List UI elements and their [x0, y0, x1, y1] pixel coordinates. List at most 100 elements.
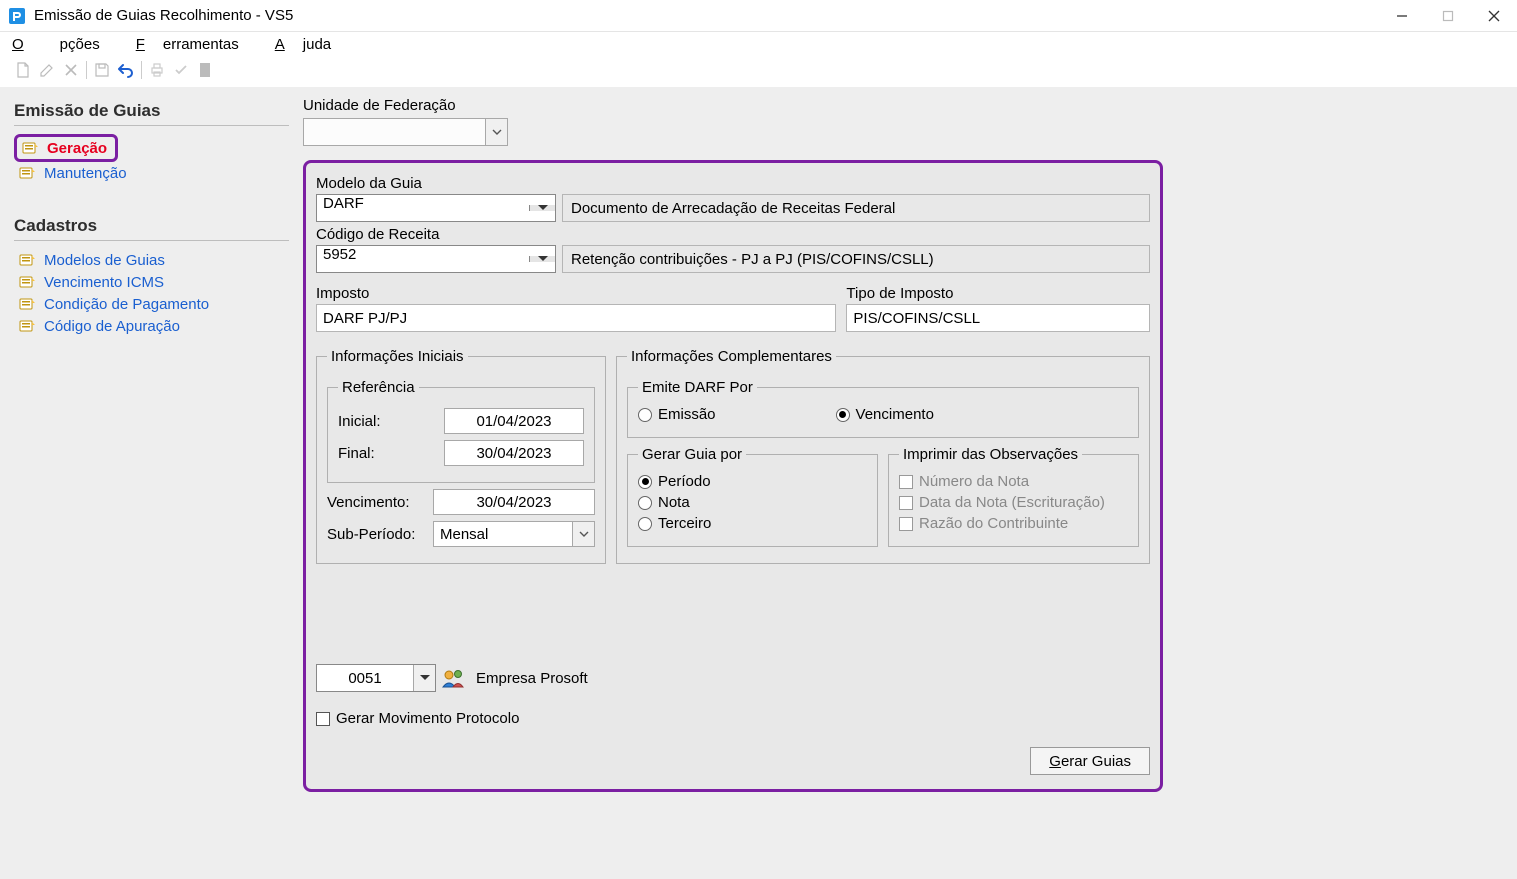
sidebar-item-condicao-pagamento[interactable]: Condição de Pagamento — [14, 293, 289, 315]
imposto-label: Imposto — [316, 285, 836, 302]
company-code: 0051 — [317, 665, 413, 691]
gerar-legend: Gerar Guia por — [638, 446, 746, 463]
radio-periodo[interactable]: Período — [638, 473, 867, 490]
company-lookup-icon[interactable] — [440, 665, 468, 691]
app-icon — [8, 7, 26, 25]
radio-label: Emissão — [658, 406, 716, 423]
radio-label: Terceiro — [658, 515, 711, 532]
undo-icon[interactable] — [115, 59, 137, 81]
chevron-down-icon[interactable] — [485, 119, 507, 145]
menu-ajuda[interactable]: Ajuda — [275, 36, 349, 53]
company-code-combo[interactable]: 0051 — [316, 664, 436, 692]
sidebar-item-label: Condição de Pagamento — [44, 296, 209, 313]
window-title: Emissão de Guias Recolhimento - VS5 — [34, 7, 1379, 24]
sidebar-item-modelos[interactable]: Modelos de Guias — [14, 249, 289, 271]
fieldset-gerar-guia: Gerar Guia por Período Nota Terceiro — [627, 446, 878, 547]
codigo-label: Código de Receita — [316, 226, 1150, 243]
final-label: Final: — [338, 445, 438, 462]
check-label: Razão do Contribuinte — [919, 515, 1068, 532]
vencimento-label: Vencimento: — [327, 494, 427, 511]
radio-nota[interactable]: Nota — [638, 494, 867, 511]
codigo-value: 5952 — [317, 246, 529, 272]
sidebar: Emissão de Guias Geração Manutenção Cada… — [14, 97, 289, 869]
minimize-button[interactable] — [1379, 0, 1425, 31]
sidebar-item-manutencao[interactable]: Manutenção — [14, 162, 289, 184]
delete-icon[interactable] — [60, 59, 82, 81]
new-icon[interactable] — [12, 59, 34, 81]
subperiodo-label: Sub-Período: — [327, 526, 427, 543]
titlebar: Emissão de Guias Recolhimento - VS5 — [0, 0, 1517, 32]
codigo-combo[interactable]: 5952 — [316, 245, 556, 273]
emite-legend: Emite DARF Por — [638, 379, 757, 396]
maximize-button[interactable] — [1425, 0, 1471, 31]
sidebar-item-label: Geração — [47, 140, 107, 157]
radio-terceiro[interactable]: Terceiro — [638, 515, 867, 532]
check-label: Gerar Movimento Protocolo — [336, 710, 519, 727]
radio-label: Vencimento — [856, 406, 934, 423]
company-name: Empresa Prosoft — [472, 670, 1150, 687]
gerar-guias-button[interactable]: Gerar Guias — [1030, 747, 1150, 775]
check-gerar-movimento[interactable]: Gerar Movimento Protocolo — [316, 710, 1150, 727]
sidebar-item-geracao[interactable]: Geração — [14, 134, 118, 162]
save-icon[interactable] — [91, 59, 113, 81]
radio-label: Nota — [658, 494, 690, 511]
sidebar-divider — [14, 240, 289, 241]
form-panel: Modelo da Guia DARF Documento de Arrecad… — [303, 160, 1163, 792]
form-icon — [18, 251, 36, 269]
vencimento-input[interactable]: 30/04/2023 — [433, 489, 595, 515]
modelo-value: DARF — [317, 195, 529, 221]
radio-vencimento[interactable]: Vencimento — [836, 406, 934, 423]
sidebar-divider — [14, 125, 289, 126]
chevron-down-icon[interactable] — [529, 205, 555, 211]
form-icon — [18, 295, 36, 313]
form-icon — [18, 273, 36, 291]
print-icon[interactable] — [146, 59, 168, 81]
check-data-nota[interactable]: Data da Nota (Escrituração) — [899, 494, 1128, 511]
fieldset-observacoes: Imprimir das Observações Número da Nota … — [888, 446, 1139, 547]
close-button[interactable] — [1471, 0, 1517, 31]
modelo-desc: Documento de Arrecadação de Receitas Fed… — [562, 194, 1150, 222]
check-label: Data da Nota (Escrituração) — [919, 494, 1105, 511]
uf-value — [304, 119, 485, 145]
uf-select[interactable] — [303, 118, 508, 146]
toolbar — [0, 57, 1517, 87]
sidebar-item-label: Vencimento ICMS — [44, 274, 164, 291]
check-label: Número da Nota — [919, 473, 1029, 490]
sidebar-section-emissao: Emissão de Guias — [14, 101, 289, 121]
fieldset-complementares: Informações Complementares Emite DARF Po… — [616, 348, 1150, 564]
edit-icon[interactable] — [36, 59, 58, 81]
inicial-input[interactable]: 01/04/2023 — [444, 408, 584, 434]
sidebar-item-label: Modelos de Guias — [44, 252, 165, 269]
uf-label: Unidade de Federação — [303, 97, 1163, 114]
fieldset-iniciais: Informações Iniciais Referência Inicial:… — [316, 348, 606, 564]
sidebar-item-codigo-apuracao[interactable]: Código de Apuração — [14, 315, 289, 337]
chevron-down-icon[interactable] — [413, 665, 435, 691]
confirm-icon[interactable] — [170, 59, 192, 81]
inicial-label: Inicial: — [338, 413, 438, 430]
chevron-down-icon[interactable] — [529, 256, 555, 262]
radio-label: Período — [658, 473, 711, 490]
modelo-label: Modelo da Guia — [316, 175, 1150, 192]
menu-ferramentas[interactable]: Ferramentas — [136, 36, 257, 53]
check-numero-nota[interactable]: Número da Nota — [899, 473, 1128, 490]
iniciais-legend: Informações Iniciais — [327, 348, 468, 365]
sidebar-item-vencimento-icms[interactable]: Vencimento ICMS — [14, 271, 289, 293]
complementares-legend: Informações Complementares — [627, 348, 836, 365]
subperiodo-select[interactable]: Mensal — [433, 521, 595, 547]
menu-opcoes[interactable]: Opções — [12, 36, 118, 53]
fieldset-emite-darf: Emite DARF Por Emissão Vencimento — [627, 379, 1139, 438]
imposto-value: DARF PJ/PJ — [316, 304, 836, 332]
chevron-down-icon[interactable] — [572, 522, 594, 546]
sidebar-item-label: Manutenção — [44, 165, 127, 182]
sidebar-item-label: Código de Apuração — [44, 318, 180, 335]
tipo-imposto-label: Tipo de Imposto — [846, 285, 1150, 302]
document-icon[interactable] — [194, 59, 216, 81]
check-razao[interactable]: Razão do Contribuinte — [899, 515, 1128, 532]
window-controls — [1379, 0, 1517, 31]
radio-emissao[interactable]: Emissão — [638, 406, 716, 423]
obs-legend: Imprimir das Observações — [899, 446, 1082, 463]
fieldset-referencia: Referência Inicial: 01/04/2023 Final: 30… — [327, 379, 595, 483]
referencia-legend: Referência — [338, 379, 419, 396]
modelo-combo[interactable]: DARF — [316, 194, 556, 222]
final-input[interactable]: 30/04/2023 — [444, 440, 584, 466]
